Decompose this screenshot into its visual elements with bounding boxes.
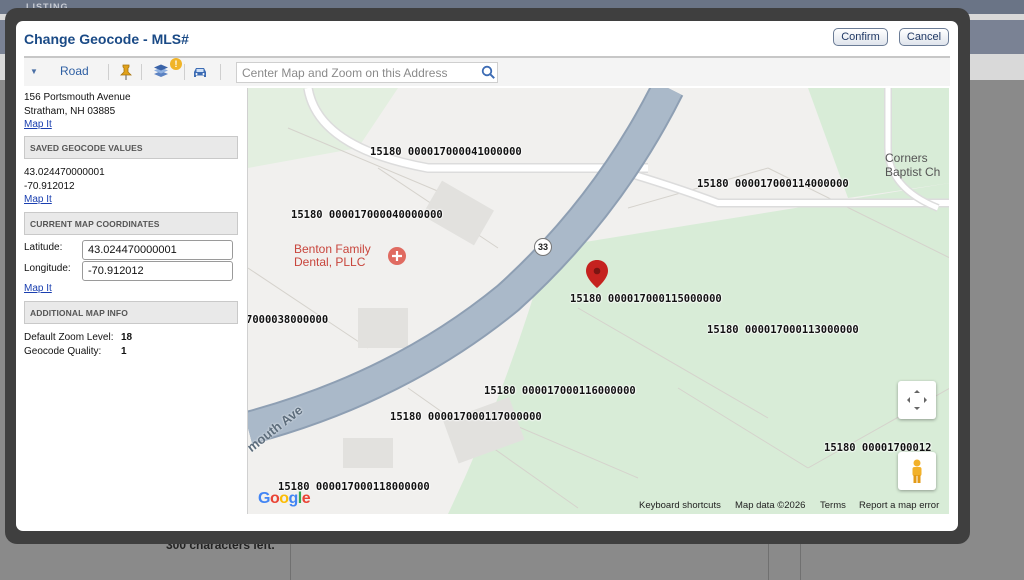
geocode-quality-value: 1 [121,346,127,357]
current-coordinates-header: CURRENT MAP COORDINATES [24,212,238,235]
parcel-label: 15180 000017000117000000 [390,411,542,423]
saved-longitude: -70.912012 [24,181,75,192]
parcel-label: 15180 000017000041000000 [370,146,522,158]
search-icon[interactable] [481,65,496,85]
background-divider [800,540,801,580]
saved-geocode-header: SAVED GEOCODE VALUES [24,136,238,159]
toolbar-divider [108,64,109,80]
dialog-titlebar: Change Geocode - MLS# Confirm Cancel [16,21,958,55]
address-line1: 156 Portsmouth Avenue [24,92,131,103]
pegman-icon [912,459,922,483]
additional-map-info-header: ADDITIONAL MAP INFO [24,301,238,324]
toolbar-divider [184,64,185,80]
geocode-info-panel: 156 Portsmouth Avenue Stratham, NH 03885… [24,88,240,528]
toolbar-divider [141,64,142,80]
street-view-control[interactable] [898,452,936,490]
change-geocode-dialog: Change Geocode - MLS# Confirm Cancel ▼ R… [16,21,958,531]
alert-badge: ! [170,58,182,70]
terms-link[interactable]: Terms [820,500,846,511]
place-name-line2: Baptist Ch [885,165,941,179]
place-name-line1: Corners [885,151,928,165]
saved-map-it-link[interactable]: Map It [24,194,52,205]
place-label: Corners Baptist Ch [885,151,940,179]
parcel-label: 15180 000017000114000000 [697,178,849,190]
poi-label[interactable]: Benton Family Dental, PLLC [294,243,371,269]
cancel-button[interactable]: Cancel [899,28,949,46]
confirm-button[interactable]: Confirm [833,28,888,46]
car-icon[interactable] [191,63,209,81]
layers-icon[interactable] [152,63,170,81]
pan-arrows-icon [907,390,927,410]
toolbar-divider [220,64,221,80]
parcel-label: 7000038000000 [247,314,329,326]
map-toolbar: ▼ Road ! [24,56,950,86]
dialog-title: Change Geocode - MLS# [24,31,189,47]
current-map-it-link[interactable]: Map It [24,283,52,294]
map-footer: Keyboard shortcuts Map data ©2026 Terms … [248,496,949,514]
latitude-label: Latitude: [24,242,63,253]
map-type-select[interactable]: Road [60,64,89,78]
pushpin-icon[interactable] [117,63,135,81]
address-line2: Stratham, NH 03885 [24,106,116,117]
chevron-down-icon[interactable]: ▼ [30,67,38,76]
map-view[interactable]: 15180 000017000041000000 15180 000017000… [247,88,949,514]
pan-control[interactable] [898,381,936,419]
zoom-level-label: Default Zoom Level: [24,332,114,343]
report-map-error-link[interactable]: Report a map error [859,500,939,511]
map-data-label: Map data ©2026 [735,500,806,511]
longitude-field[interactable] [82,261,233,281]
background-divider [290,540,291,580]
keyboard-shortcuts-link[interactable]: Keyboard shortcuts [639,500,721,511]
address-search-box [236,62,498,83]
parcel-label: 15180 000017000116000000 [484,385,636,397]
address-map-it-link[interactable]: Map It [24,119,52,130]
parcel-label: 15180 000017000040000000 [291,209,443,221]
geocode-quality-label: Geocode Quality: [24,346,102,357]
parcel-label: 15180 000017000113000000 [707,324,859,336]
latitude-field[interactable] [82,240,233,260]
longitude-label: Longitude: [24,263,71,274]
route-shield: 33 [534,238,552,256]
address-search-input[interactable] [237,63,473,82]
zoom-level-value: 18 [121,332,133,343]
parcel-label: 15180 000017000115000000 [570,293,722,305]
background-divider [768,540,769,580]
saved-latitude: 43.024470000001 [24,167,105,178]
poi-name-line2: Dental, PLLC [294,255,366,269]
